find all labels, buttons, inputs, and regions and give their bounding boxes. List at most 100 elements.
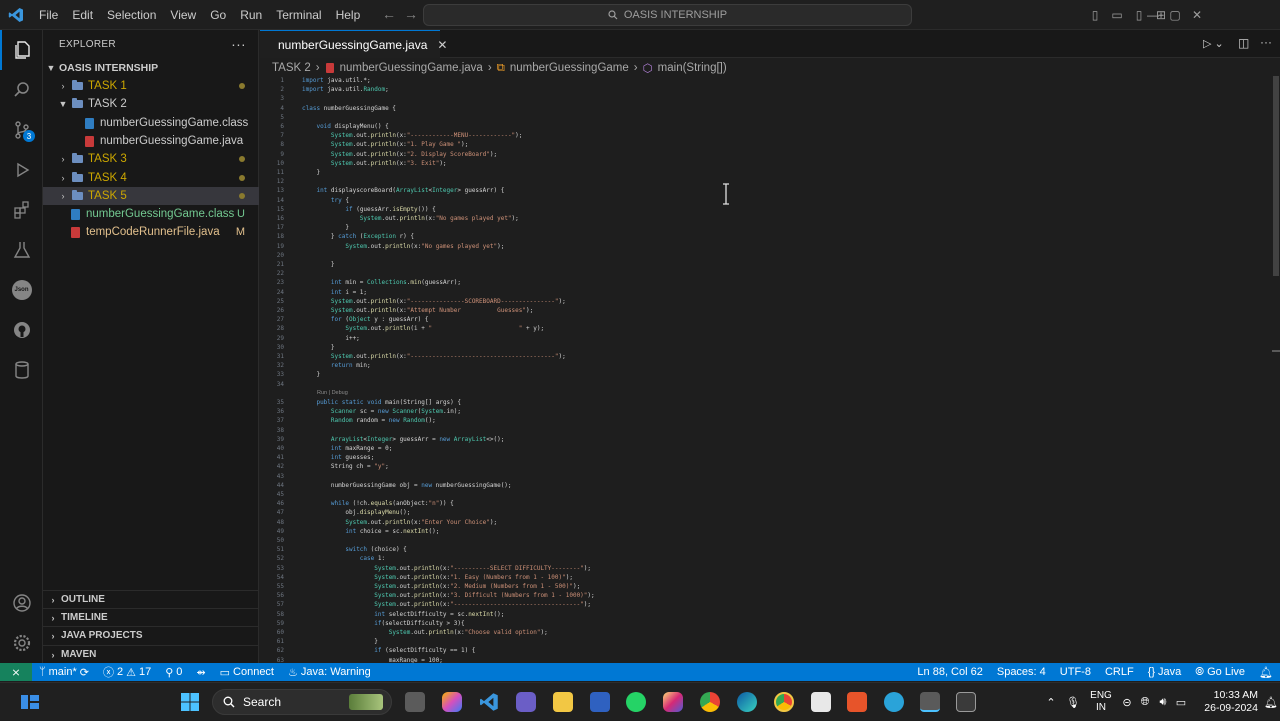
breadcrumb-file[interactable]: numberGuessingGame.java <box>340 62 483 74</box>
notification-center-icon[interactable]: 🔔︎ <box>1258 696 1280 709</box>
branch-status[interactable]: ᛘ main* ⟳ <box>32 663 96 681</box>
settings-gear-icon[interactable] <box>0 623 43 663</box>
go-live-button[interactable]: ⦾ Go Live <box>1188 663 1252 681</box>
workspace-root[interactable]: ▼ OASIS INTERNSHIP <box>43 59 259 77</box>
active-app-icon[interactable] <box>920 692 940 712</box>
volume-icon[interactable]: 🔊︎ <box>1154 696 1172 709</box>
accounts-icon[interactable] <box>0 583 43 623</box>
line-number: 43 <box>276 472 284 480</box>
code-line: public static void main(String[] args) { <box>316 399 462 406</box>
task-view-icon[interactable] <box>405 692 425 712</box>
notifications-bell-icon[interactable]: 🔔︎ <box>1252 663 1280 681</box>
show-hidden-icons-icon[interactable]: ⌃ <box>1040 696 1062 709</box>
vscode-taskbar-icon[interactable] <box>479 692 499 712</box>
terminal-icon[interactable] <box>956 692 976 712</box>
end-of-line[interactable]: CRLF <box>1098 663 1141 681</box>
split-editor-icon[interactable]: ◫ <box>1238 36 1249 50</box>
tree-item[interactable]: › TASK 4 <box>43 169 259 187</box>
maximize-window-icon[interactable]: ▢ <box>1164 8 1186 22</box>
chrome-icon[interactable] <box>700 692 720 712</box>
menu-terminal[interactable]: Terminal <box>269 0 328 30</box>
outline-panel[interactable]: › OUTLINE <box>43 590 259 608</box>
minimize-window-icon[interactable]: — <box>1142 8 1164 22</box>
source-control-icon[interactable]: 3 <box>0 110 43 150</box>
database-icon[interactable] <box>0 350 43 390</box>
maven-panel[interactable]: › MAVEN <box>43 645 259 663</box>
close-tab-icon[interactable]: ✕ <box>437 38 447 52</box>
ports-status[interactable]: ⚲ 0 <box>158 663 189 681</box>
breadcrumb-folder[interactable]: TASK 2 <box>272 62 311 74</box>
tab-numberGuessingGame-java[interactable]: numberGuessingGame.java ✕ <box>260 30 447 58</box>
clock[interactable]: 10:33 AM 26-09-2024 <box>1190 689 1258 715</box>
teams-icon[interactable] <box>516 692 536 712</box>
indentation[interactable]: Spaces: 4 <box>990 663 1053 681</box>
java-projects-panel[interactable]: › JAVA PROJECTS <box>43 626 259 644</box>
menu-run[interactable]: Run <box>233 0 269 30</box>
tree-item[interactable]: tempCodeRunnerFile.java M <box>43 223 259 241</box>
connect-status[interactable]: ▭ Connect <box>213 663 281 681</box>
sync-icon: ⟳ <box>79 666 89 679</box>
menu-selection[interactable]: Selection <box>100 0 163 30</box>
file-explorer-icon[interactable] <box>553 692 573 712</box>
breadcrumb-class[interactable]: numberGuessingGame <box>510 62 629 74</box>
language-mode[interactable]: {} Java <box>1141 663 1189 681</box>
chrome-canary-icon[interactable] <box>774 692 794 712</box>
encoding[interactable]: UTF-8 <box>1053 663 1098 681</box>
extensions-icon[interactable] <box>0 190 43 230</box>
menu-go[interactable]: Go <box>203 0 233 30</box>
network-globe-icon[interactable]: 🌐︎ <box>1136 696 1154 709</box>
live-share-icon[interactable]: ⇴ <box>189 663 212 681</box>
more-actions-icon[interactable]: ··· <box>1260 35 1272 49</box>
ubuntu-icon[interactable] <box>847 692 867 712</box>
toggle-primary-sidebar-icon[interactable]: ▯ <box>1084 8 1106 22</box>
battery-icon[interactable]: ▭ <box>1172 696 1190 709</box>
timeline-panel[interactable]: › TIMELINE <box>43 608 259 626</box>
language-bottom: IN <box>1096 702 1106 713</box>
more-actions-icon[interactable]: ··· <box>231 36 246 52</box>
editor-scrollbar[interactable] <box>1272 76 1280 663</box>
instagram-icon[interactable] <box>663 692 683 712</box>
forward-arrow-icon[interactable]: → <box>398 6 424 22</box>
widgets-icon[interactable] <box>20 692 40 712</box>
close-window-icon[interactable]: ✕ <box>1186 8 1208 22</box>
toggle-panel-icon[interactable]: ▭ <box>1106 8 1128 22</box>
menu-help[interactable]: Help <box>329 0 368 30</box>
json-icon[interactable]: Json <box>0 270 43 310</box>
code-editor[interactable]: import java.util.*; import java.util.Rand… <box>302 76 1262 663</box>
windows-start-icon[interactable] <box>180 692 200 712</box>
telegram-icon[interactable] <box>884 692 904 712</box>
github-icon[interactable] <box>0 310 43 350</box>
problems-status[interactable]: ⓧ 2 ⚠ 17 <box>96 663 158 681</box>
run-debug-codelens[interactable]: Run | Debug <box>317 390 348 396</box>
breadcrumb-method[interactable]: main(String[]) <box>658 62 727 74</box>
edge-icon[interactable] <box>737 692 757 712</box>
tree-item[interactable]: numberGuessingGame.java <box>43 132 259 150</box>
testing-flask-icon[interactable] <box>0 230 43 270</box>
tree-item[interactable]: › TASK 1 <box>43 77 259 95</box>
copilot-icon[interactable] <box>442 692 462 712</box>
command-center-search[interactable]: OASIS INTERNSHIP <box>423 4 912 26</box>
java-status[interactable]: ♨ Java: Warning <box>281 663 378 681</box>
search-icon[interactable] <box>0 70 43 110</box>
tree-item[interactable]: numberGuessingGame.class <box>43 114 259 132</box>
tree-item[interactable]: › TASK 5 <box>43 187 259 205</box>
menu-edit[interactable]: Edit <box>65 0 100 30</box>
tree-item[interactable]: ▼ TASK 2 <box>43 95 259 113</box>
remote-indicator-icon[interactable]: ⨯ <box>0 663 32 681</box>
copilot-tray-icon[interactable]: ⊝ <box>1118 696 1136 709</box>
store-icon[interactable] <box>590 692 610 712</box>
run-debug-icon[interactable] <box>0 150 43 190</box>
cursor-position[interactable]: Ln 88, Col 62 <box>910 663 989 681</box>
whatsapp-icon[interactable] <box>626 692 646 712</box>
tree-item[interactable]: numberGuessingGame.class U <box>43 205 259 223</box>
language-indicator[interactable]: ENG IN <box>1084 690 1118 714</box>
explorer-icon[interactable] <box>0 30 43 70</box>
menu-view[interactable]: View <box>163 0 203 30</box>
tree-item[interactable]: › TASK 3 <box>43 150 259 168</box>
scrollbar-thumb[interactable] <box>1273 76 1279 276</box>
taskbar-search[interactable]: Search <box>212 689 392 715</box>
snipping-tool-icon[interactable] <box>811 692 831 712</box>
microphone-icon[interactable]: 🎙︎ <box>1062 696 1084 709</box>
run-play-icon[interactable]: ▷ ⌄ <box>1203 37 1224 50</box>
menu-file[interactable]: File <box>32 0 65 30</box>
